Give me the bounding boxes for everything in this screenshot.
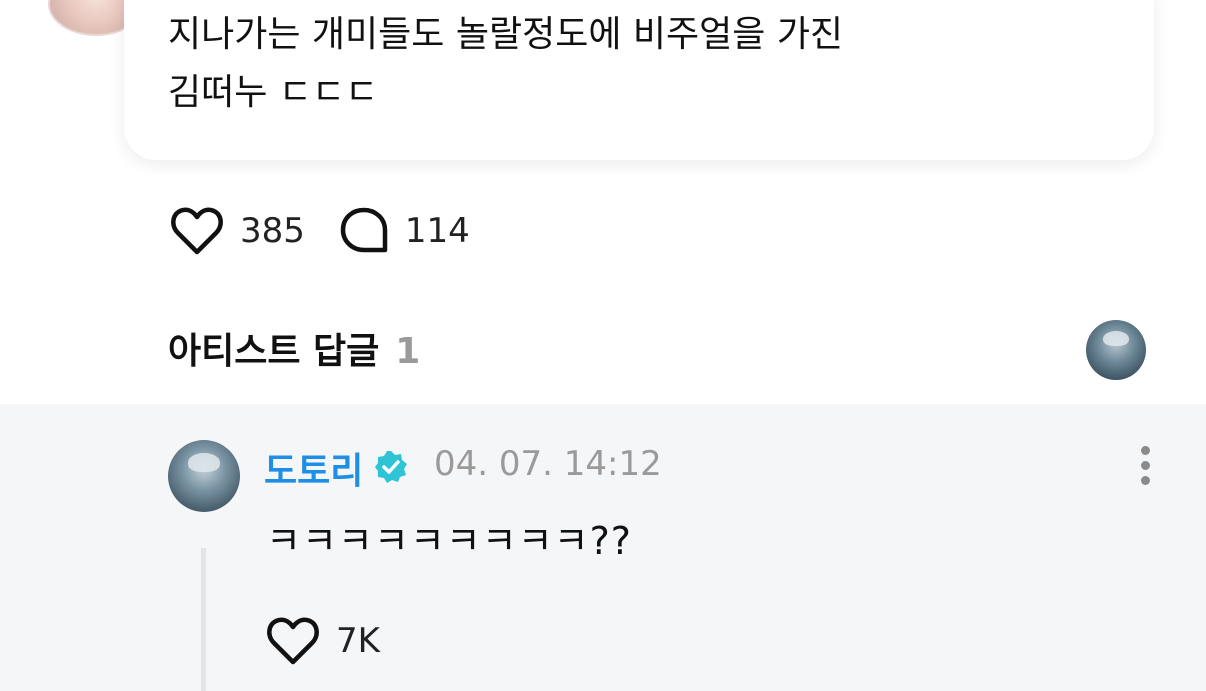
thread-line: [201, 548, 206, 691]
artist-replies-title: 아티스트 답글: [168, 331, 380, 372]
comment-count: 114: [404, 211, 470, 251]
reply-like-button[interactable]: 7K: [266, 616, 380, 666]
post-text: 지나가는 개미들도 놀랄정도에 비주얼을 가진 김떠누 ㄷㄷㄷ: [168, 14, 844, 113]
more-options-button[interactable]: [1130, 442, 1162, 488]
post-stats: 385 114: [170, 206, 504, 256]
reply-text: ㅋㅋㅋㅋㅋㅋㅋㅋㅋ??: [266, 519, 632, 563]
avatar-hair: [1102, 330, 1130, 347]
heart-outline-icon: [171, 207, 223, 255]
comment-button[interactable]: 114: [339, 206, 470, 256]
like-count: 385: [240, 211, 305, 251]
artist-replies-header: 아티스트 답글 1: [168, 322, 420, 374]
verified-badge-icon: [375, 451, 407, 483]
more-vertical-icon: [1141, 446, 1150, 455]
reply-author-avatar[interactable]: [168, 440, 240, 512]
artist-replies-count: 1: [395, 331, 421, 372]
avatar-hair: [188, 452, 220, 472]
more-vertical-icon: [1141, 461, 1150, 470]
more-vertical-icon: [1141, 476, 1150, 485]
reply-timestamp: 04. 07. 14:12: [434, 444, 662, 484]
reply-like-count: 7K: [336, 621, 380, 661]
artist-avatar-small[interactable]: [1086, 320, 1146, 380]
speech-bubble-icon: [340, 207, 388, 253]
heart-outline-icon: [267, 617, 319, 665]
reply-author-name[interactable]: 도토리: [264, 442, 363, 494]
like-button[interactable]: 385: [170, 206, 305, 256]
